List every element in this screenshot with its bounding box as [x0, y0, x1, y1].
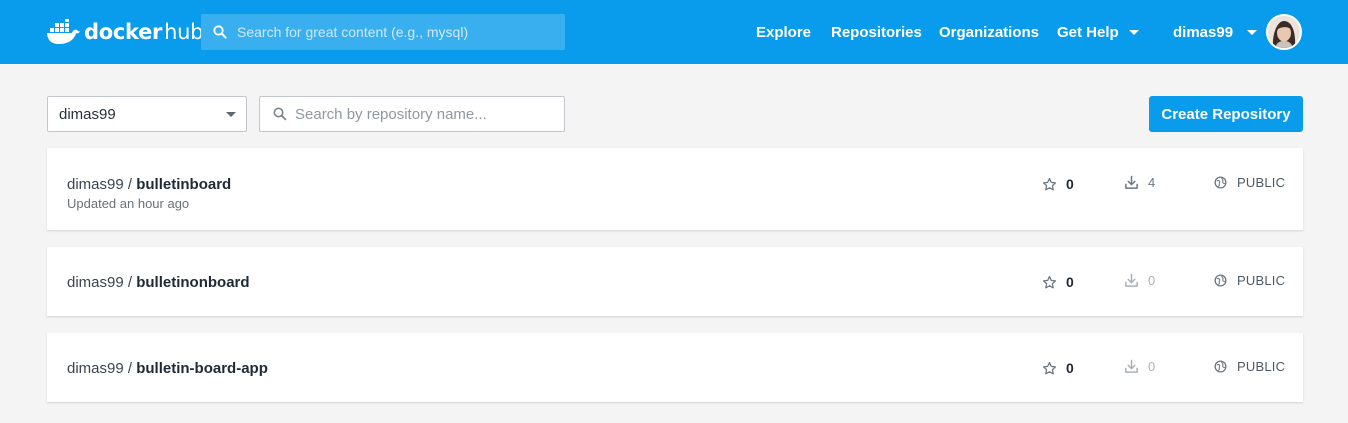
star-count: 0: [1042, 360, 1074, 376]
star-count-value: 0: [1066, 274, 1074, 290]
namespace-select[interactable]: dimas99: [47, 96, 247, 132]
visibility-label: PUBLIC: [1237, 359, 1286, 374]
download-icon: [1125, 175, 1138, 189]
repository-owner: dimas99: [67, 274, 124, 291]
repository-name: bulletinonboard: [136, 274, 250, 291]
star-count-value: 0: [1066, 176, 1074, 192]
avatar[interactable]: [1266, 14, 1302, 50]
pull-count-value: 4: [1148, 175, 1156, 190]
visibility-badge: PUBLIC: [1214, 273, 1285, 288]
nav-organizations-link[interactable]: Organizations: [939, 0, 1039, 64]
repository-search-input[interactable]: [287, 105, 564, 123]
repository-row[interactable]: dimas99 / bulletinboard Updated an hour …: [47, 148, 1303, 230]
nav-explore-link[interactable]: Explore: [756, 0, 811, 64]
visibility-badge: PUBLIC: [1214, 175, 1285, 190]
repository-updated-time: Updated an hour ago: [67, 196, 190, 211]
repository-full-name[interactable]: dimas99 / bulletinboard: [67, 176, 231, 193]
global-search-input[interactable]: [227, 24, 565, 40]
repository-separator: /: [123, 176, 137, 193]
nav-repositories-link[interactable]: Repositories: [831, 0, 922, 64]
pull-count: 0: [1124, 273, 1155, 288]
logo-word-docker: docker: [84, 20, 163, 44]
repository-owner: dimas99: [67, 360, 124, 377]
global-search-box[interactable]: [201, 14, 565, 50]
star-icon: [1042, 275, 1057, 288]
repository-row[interactable]: dimas99 / bulletin-board-app 0 0 PUBLIC: [47, 333, 1303, 402]
namespace-value: dimas99: [59, 105, 116, 123]
star-count: 0: [1042, 176, 1074, 192]
download-icon: [1125, 273, 1138, 287]
repository-full-name[interactable]: dimas99 / bulletinonboard: [67, 274, 250, 291]
visibility-badge: PUBLIC: [1214, 359, 1285, 374]
repository-row[interactable]: dimas99 / bulletinonboard 0 0 PUBLIC: [47, 247, 1303, 316]
chevron-down-icon: [1247, 29, 1258, 35]
search-icon: [273, 107, 287, 121]
repository-owner: dimas99: [67, 176, 124, 193]
star-icon: [1042, 177, 1057, 190]
repository-name: bulletinboard: [136, 176, 232, 193]
globe-icon: [1214, 360, 1227, 373]
create-repository-button[interactable]: Create Repository: [1149, 96, 1303, 132]
chevron-down-icon: [226, 112, 236, 117]
repository-separator: /: [123, 360, 137, 377]
globe-icon: [1214, 176, 1227, 189]
repository-name: bulletin-board-app: [136, 360, 268, 377]
repository-separator: /: [123, 274, 137, 291]
pull-count: 4: [1124, 175, 1155, 190]
repository-search-box[interactable]: [259, 96, 565, 132]
docker-hub-logo[interactable]: dockerhub: [46, 17, 203, 47]
nav-get-help-label: Get Help: [1057, 23, 1119, 41]
top-navigation-bar: dockerhub Explore Repositories Organizat…: [0, 0, 1348, 64]
visibility-label: PUBLIC: [1237, 273, 1286, 288]
visibility-label: PUBLIC: [1237, 175, 1286, 190]
star-count-value: 0: [1066, 360, 1074, 376]
pull-count: 0: [1124, 359, 1155, 374]
nav-get-help-menu[interactable]: Get Help: [1057, 0, 1139, 64]
pull-count-value: 0: [1148, 359, 1156, 374]
username-label: dimas99: [1173, 23, 1234, 41]
repository-full-name[interactable]: dimas99 / bulletin-board-app: [67, 360, 268, 377]
star-icon: [1042, 361, 1057, 374]
docker-whale-icon: [47, 19, 80, 44]
pull-count-value: 0: [1148, 273, 1156, 288]
star-count: 0: [1042, 274, 1074, 290]
chevron-down-icon: [1128, 29, 1139, 35]
search-icon: [213, 25, 227, 39]
download-icon: [1125, 359, 1138, 373]
logo-wordmark: dockerhub: [84, 20, 203, 44]
user-menu[interactable]: dimas99: [1173, 0, 1258, 64]
globe-icon: [1214, 274, 1227, 287]
avatar-photo: [1268, 16, 1300, 48]
logo-word-hub: hub: [164, 20, 204, 44]
